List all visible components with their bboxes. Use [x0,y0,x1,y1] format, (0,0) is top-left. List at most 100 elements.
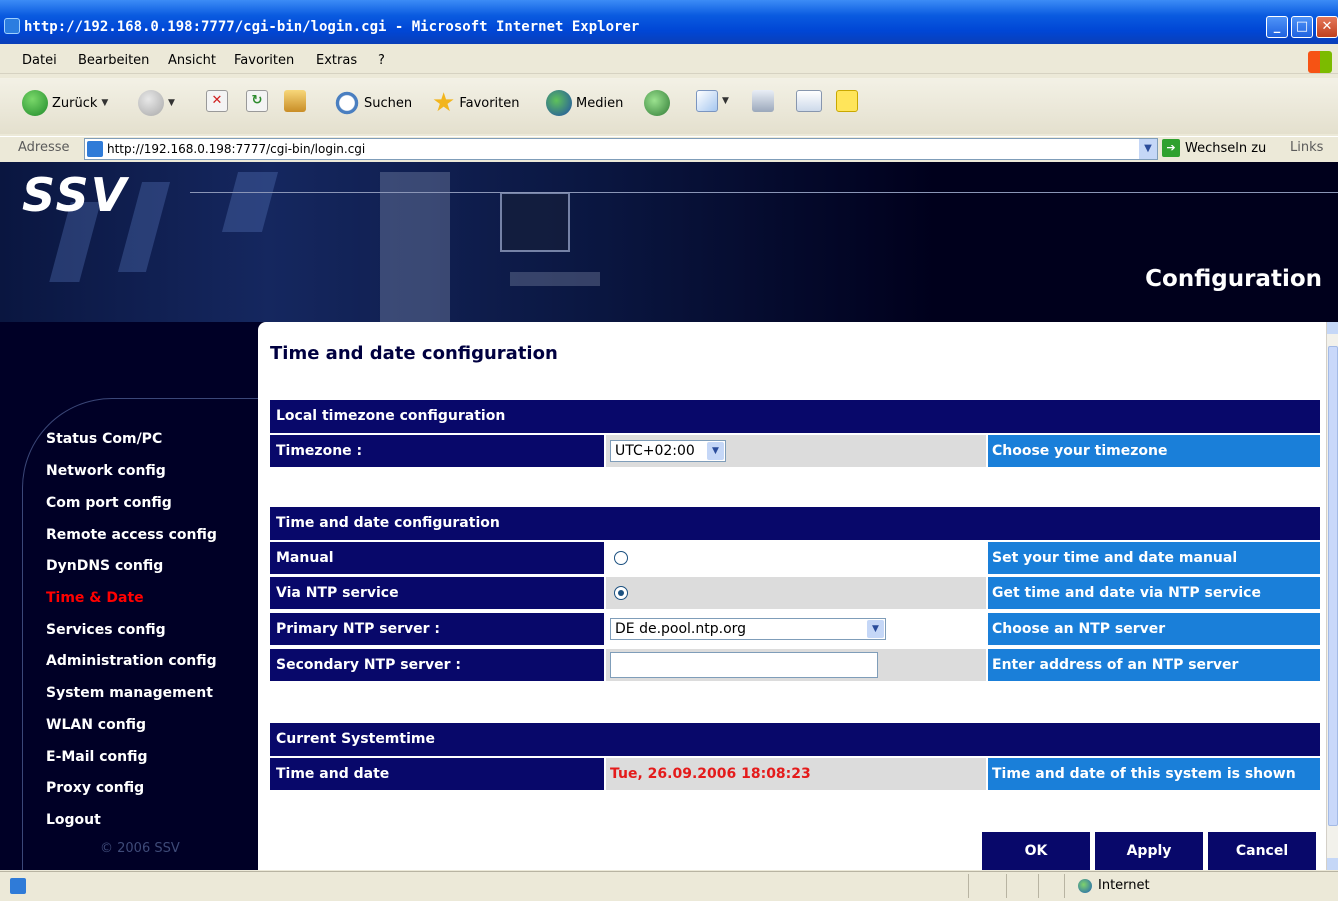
media-icon [546,90,572,116]
stop-icon: ✕ [206,90,228,112]
chevron-down-icon: ▼ [168,98,175,108]
menu-help[interactable]: ? [378,53,385,68]
apply-button[interactable]: Apply [1095,832,1203,870]
ntp-hint: Get time and date via NTP service [988,577,1320,609]
primary-ntp-label: Primary NTP server : [270,613,604,645]
chevron-down-icon: ▼ [707,442,724,460]
go-button[interactable]: ➔ Wechseln zu [1162,139,1266,157]
messenger-button[interactable] [836,90,858,112]
close-button[interactable]: ✕ [1316,16,1338,38]
menu-favoriten[interactable]: Favoriten [234,53,294,68]
manual-radio[interactable] [614,551,628,565]
sidebar-item-comport[interactable]: Com port config [46,495,172,511]
ssv-logo: SSV [22,168,129,222]
zone-label: Internet [1098,878,1150,893]
address-bar: Adresse http://192.168.0.198:7777/cgi-bi… [0,136,1338,160]
sidebar-item-email[interactable]: E-Mail config [46,749,148,765]
sidebar-item-services[interactable]: Services config [46,622,166,638]
page-icon [87,141,103,157]
forward-button[interactable]: ▼ [138,90,175,116]
manual-row: Manual Set your time and date manual [270,542,1320,574]
sidebar-item-time-date[interactable]: Time & Date [46,590,144,606]
chevron-down-icon: ▼ [722,96,729,106]
timezone-row: Timezone : UTC+02:00 ▼ Choose your timez… [270,435,1320,467]
favorites-label: Favoriten [459,95,520,111]
copyright: © 2006 SSV [100,841,180,856]
mail-button[interactable]: ▼ [696,90,729,112]
vertical-scrollbar[interactable] [1326,322,1338,870]
security-zone: Internet [1078,878,1150,893]
history-icon [644,90,670,116]
secondary-ntp-row: Secondary NTP server : Enter address of … [270,649,1320,681]
main-panel: Time and date configuration Local timezo… [258,322,1326,870]
section-title: Time and date configuration [270,343,558,364]
media-button[interactable]: Medien [546,90,623,116]
sidebar-item-wlan[interactable]: WLAN config [46,717,146,733]
primary-ntp-hint: Choose an NTP server [988,613,1320,645]
go-arrow-icon: ➔ [1162,139,1180,157]
ntp-row: Via NTP service Get time and date via NT… [270,577,1320,609]
home-button[interactable] [284,90,306,112]
search-button[interactable]: Suchen [334,90,412,116]
edit-button[interactable] [796,90,822,112]
ntp-radio[interactable] [614,586,628,600]
cancel-button[interactable]: Cancel [1208,832,1316,870]
back-arrow-icon [22,90,48,116]
manual-value-cell [606,542,986,574]
chevron-down-icon[interactable]: ▼ [1139,139,1157,159]
systime-row: Time and date Tue, 26.09.2006 18:08:23 T… [270,758,1320,790]
title-bar: http://192.168.0.198:7777/cgi-bin/login.… [0,0,1338,44]
menu-ansicht[interactable]: Ansicht [168,53,216,68]
chevron-down-icon: ▼ [101,98,109,108]
favorites-button[interactable]: ★ Favoriten [432,90,520,116]
minimize-button[interactable]: _ [1266,16,1288,38]
manual-hint: Set your time and date manual [988,542,1320,574]
printer-icon [752,90,774,112]
primary-ntp-value-cell: DE de.pool.ntp.org ▼ [606,613,986,645]
systime-value-cell: Tue, 26.09.2006 18:08:23 [606,758,986,790]
go-label: Wechseln zu [1185,140,1267,156]
sidebar-item-proxy[interactable]: Proxy config [46,780,144,796]
mail-icon [696,90,718,112]
sidebar-item-network[interactable]: Network config [46,463,166,479]
timezone-select[interactable]: UTC+02:00 ▼ [610,440,726,462]
sidebar-item-status[interactable]: Status Com/PC [46,431,162,447]
print-button[interactable] [752,90,774,112]
maximize-button[interactable]: □ [1291,16,1313,38]
sidebar-item-logout[interactable]: Logout [46,812,101,828]
sidebar-item-dyndns[interactable]: DynDNS config [46,558,163,574]
manual-label: Manual [270,542,604,574]
refresh-button[interactable]: ↻ [246,90,268,112]
secondary-ntp-label: Secondary NTP server : [270,649,604,681]
toolbar: Zurück ▼ ▼ ✕ ↻ Suchen ★ Favoriten Medien [0,78,1338,134]
menu-bar: Datei Bearbeiten Ansicht Favoriten Extra… [0,50,1338,74]
menu-datei[interactable]: Datei [22,53,57,68]
timezone-value-cell: UTC+02:00 ▼ [606,435,986,467]
forward-arrow-icon [138,90,164,116]
sidebar-item-system-management[interactable]: System management [46,685,213,701]
sidebar-item-remote-access[interactable]: Remote access config [46,527,217,543]
browser-window: http://192.168.0.198:7777/cgi-bin/login.… [0,0,1338,901]
stop-button[interactable]: ✕ [206,90,228,112]
chevron-down-icon: ▼ [867,620,884,638]
status-bar: Internet [0,871,1338,901]
primary-ntp-select[interactable]: DE de.pool.ntp.org ▼ [610,618,886,640]
scroll-down-button[interactable] [1327,858,1338,870]
sidebar: Status Com/PC Network config Com port co… [0,322,342,870]
star-icon: ★ [432,88,456,118]
ntp-value-cell [606,577,986,609]
back-button[interactable]: Zurück ▼ [22,90,108,116]
scroll-up-button[interactable] [1327,322,1338,334]
search-label: Suchen [364,95,413,111]
media-label: Medien [576,95,624,111]
ok-button[interactable]: OK [982,832,1090,870]
scroll-thumb[interactable] [1328,346,1338,826]
history-button[interactable] [644,90,670,116]
secondary-ntp-input[interactable] [610,652,878,678]
menu-extras[interactable]: Extras [316,53,357,68]
menu-bearbeiten[interactable]: Bearbeiten [78,53,149,68]
links-button[interactable]: Links [1290,140,1323,155]
address-input[interactable]: http://192.168.0.198:7777/cgi-bin/login.… [84,138,1158,160]
sidebar-item-administration[interactable]: Administration config [46,653,217,669]
systime-section-header: Current Systemtime [270,723,1320,756]
